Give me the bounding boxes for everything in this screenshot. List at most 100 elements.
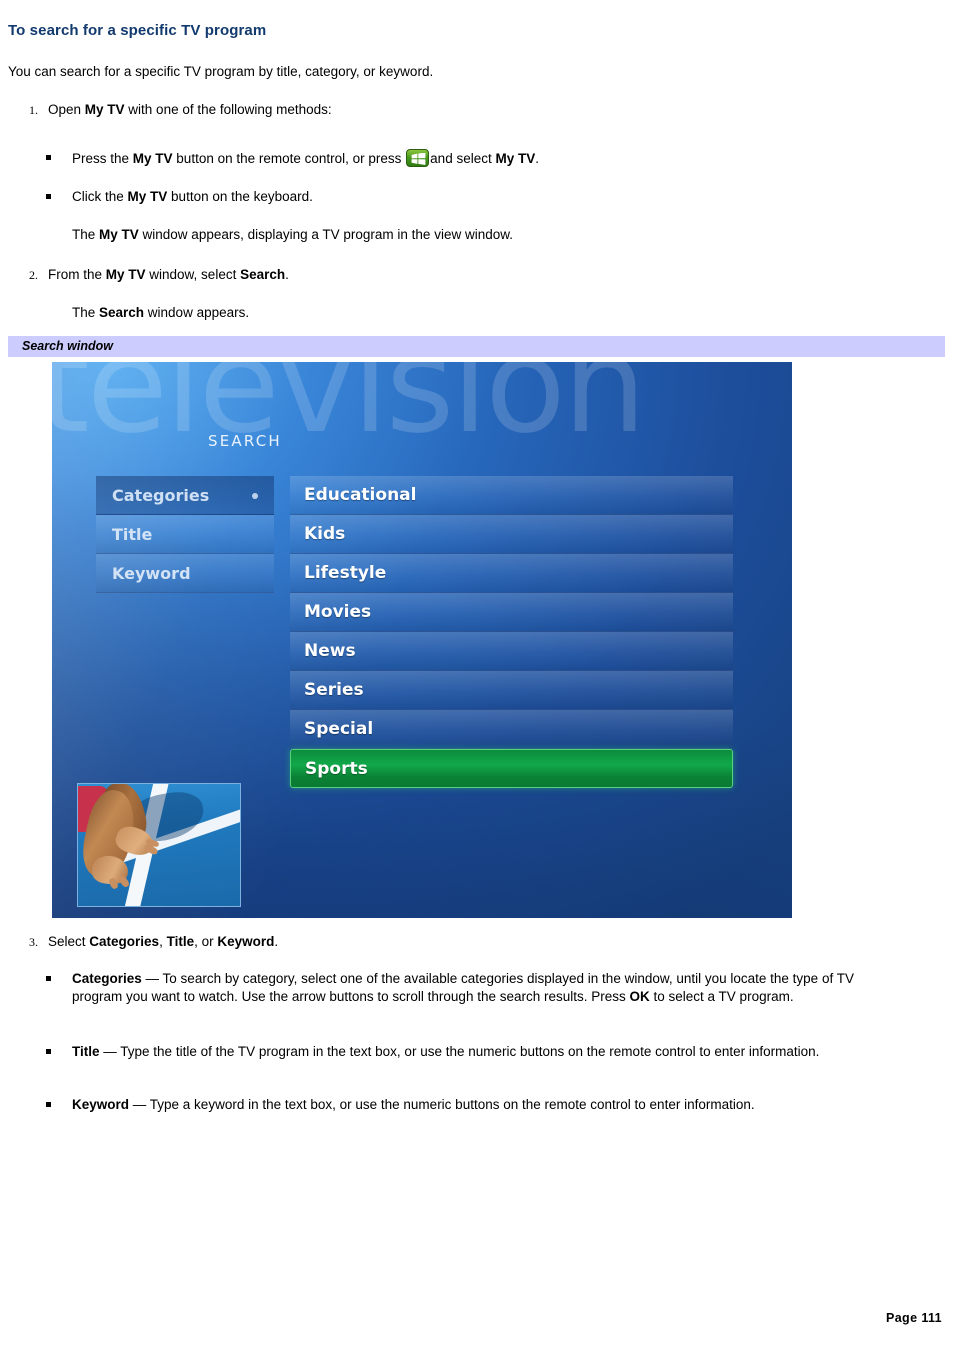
search-screen-title: SEARCH: [208, 432, 282, 450]
category-item-sports[interactable]: Sports: [290, 749, 733, 788]
nav-item-title[interactable]: Title: [96, 515, 274, 554]
step-2-mid: window, select: [145, 267, 241, 282]
step-2-number: 2.: [29, 268, 38, 282]
step-3-tail: .: [274, 934, 279, 949]
bullet-remote-part3: and select: [430, 151, 496, 166]
step-1-bullet-keyboard-text: Click the My TV button on the keyboard.: [72, 188, 926, 206]
bullet-keyboard-part2: button on the keyboard.: [167, 189, 313, 204]
step-3-bullet-keyword: Keyword — Type a keyword in the text box…: [46, 1096, 856, 1114]
step-3-lead: Select: [48, 934, 90, 949]
category-item-educational[interactable]: Educational: [290, 476, 733, 515]
step-1-bullet-remote-text: Press the My TV button on the remote con…: [72, 149, 926, 168]
step-2-bold-search: Search: [240, 267, 286, 282]
step-2-note-part1: The: [72, 305, 100, 320]
bullet-keyword-dash: —: [129, 1097, 150, 1112]
bullet-keyboard-bold-mytv: My TV: [127, 189, 168, 204]
step-3-bullet-categories: Categories — To search by category, sele…: [46, 970, 884, 1006]
bullet-square-icon: [46, 194, 51, 199]
document-page: To search for a specific TV program You …: [0, 0, 954, 1351]
television-watermark: television: [52, 362, 647, 463]
selection-dot-icon: [252, 493, 258, 499]
step-2-note-part2: window appears.: [144, 305, 250, 320]
intro-paragraph: You can search for a specific TV program…: [8, 64, 434, 79]
step-2-note: The Search window appears.: [72, 305, 249, 320]
figure-caption-label: Search window: [22, 339, 113, 353]
bullet-square-icon: [46, 976, 51, 981]
step-1-text: Open My TV with one of the following met…: [48, 101, 918, 119]
category-item-label: Special: [304, 719, 374, 739]
windows-start-icon: [406, 149, 430, 167]
bullet-keyboard-part1: Click the: [72, 189, 128, 204]
step-3-sep1: ,: [159, 934, 167, 949]
category-item-label: News: [304, 641, 356, 661]
category-item-label: Series: [304, 680, 364, 700]
step-3-bold-keyword: Keyword: [217, 934, 275, 949]
bullet-keyword-text: Type a keyword in the text box, or use t…: [149, 1097, 755, 1112]
step-1-bullet-remote: Press the My TV button on the remote con…: [46, 149, 926, 168]
step-3-sep2: , or: [194, 934, 218, 949]
category-item-movies[interactable]: Movies: [290, 593, 733, 632]
nav-item-keyword-label: Keyword: [112, 564, 191, 583]
bullet-categories-text-tail: to select a TV program.: [649, 988, 794, 1004]
category-item-news[interactable]: News: [290, 632, 733, 671]
category-item-label: Lifestyle: [304, 563, 387, 583]
category-item-label: Educational: [304, 485, 417, 505]
step-1-lead: Open: [48, 102, 85, 117]
step-1-tail: with one of the following methods:: [124, 102, 332, 117]
step-3: 3. Select Categories, Title, or Keyword.: [8, 933, 918, 951]
step-1-note-bold: My TV: [99, 227, 139, 242]
category-results-list: Educational Kids Lifestyle Movies News S…: [290, 476, 733, 788]
bullet-categories-bold-ok: OK: [629, 988, 650, 1004]
step-3-bullet-title: Title — Type the title of the TV program…: [46, 1043, 884, 1061]
category-item-kids[interactable]: Kids: [290, 515, 733, 554]
category-item-label: Sports: [305, 759, 368, 779]
bullet-square-icon: [46, 155, 51, 160]
step-3-number: 3.: [29, 935, 38, 949]
step-1-number: 1.: [29, 103, 38, 117]
page-footer: Page 111: [885, 1311, 942, 1325]
step-3-bullet-title-text: Title — Type the title of the TV program…: [72, 1043, 884, 1061]
step-2: 2. From the My TV window, select Search.: [8, 266, 918, 284]
step-2-bold-mytv: My TV: [105, 267, 146, 282]
step-3-bullet-keyword-text: Keyword — Type a keyword in the text box…: [72, 1096, 856, 1114]
search-window-screenshot: television SEARCH Categories Title Keywo…: [52, 362, 792, 918]
bullet-remote-bold-mytv-2: My TV: [495, 151, 536, 166]
step-2-lead: From the: [48, 267, 106, 282]
bullet-remote-part1: Press the: [72, 151, 133, 166]
category-item-series[interactable]: Series: [290, 671, 733, 710]
nav-item-categories[interactable]: Categories: [96, 476, 274, 515]
category-item-lifestyle[interactable]: Lifestyle: [290, 554, 733, 593]
bullet-title-bold: Title: [72, 1044, 100, 1059]
category-item-special[interactable]: Special: [290, 710, 733, 749]
bullet-square-icon: [46, 1049, 51, 1054]
step-2-tail: .: [285, 267, 289, 282]
bullet-categories-dash: —: [141, 971, 163, 986]
step-3-text: Select Categories, Title, or Keyword.: [48, 933, 918, 951]
bullet-title-text: Type the title of the TV program in the …: [120, 1044, 820, 1059]
nav-item-title-label: Title: [112, 525, 153, 544]
bullet-remote-bold-mytv: My TV: [132, 151, 173, 166]
figure-caption-bar: Search window: [8, 336, 945, 357]
bullet-remote-part4: .: [535, 151, 539, 166]
page-title: To search for a specific TV program: [8, 22, 267, 39]
step-2-text: From the My TV window, select Search.: [48, 266, 918, 284]
step-3-bullet-categories-text: Categories — To search by category, sele…: [72, 970, 884, 1006]
program-preview-thumbnail: [77, 783, 241, 907]
bullet-keyword-bold: Keyword: [72, 1097, 130, 1112]
step-1-note-part2: window appears, displaying a TV program …: [138, 227, 513, 242]
bullet-title-dash: —: [99, 1044, 121, 1059]
step-1-bullet-keyboard: Click the My TV button on the keyboard.: [46, 188, 926, 206]
nav-item-categories-label: Categories: [112, 486, 210, 505]
category-item-label: Movies: [304, 602, 372, 622]
category-item-label: Kids: [304, 524, 346, 544]
step-2-note-bold: Search: [99, 305, 145, 320]
bullet-remote-part2: button on the remote control, or press: [172, 151, 406, 166]
step-3-bold-title: Title: [166, 934, 195, 949]
step-1-note: The My TV window appears, displaying a T…: [72, 227, 513, 242]
nav-item-keyword[interactable]: Keyword: [96, 554, 274, 593]
search-nav-panel: Categories Title Keyword: [96, 476, 274, 593]
step-1: 1. Open My TV with one of the following …: [8, 101, 918, 119]
step-1-note-part1: The: [72, 227, 100, 242]
bullet-square-icon: [46, 1102, 51, 1107]
bullet-categories-bold: Categories: [72, 971, 142, 986]
